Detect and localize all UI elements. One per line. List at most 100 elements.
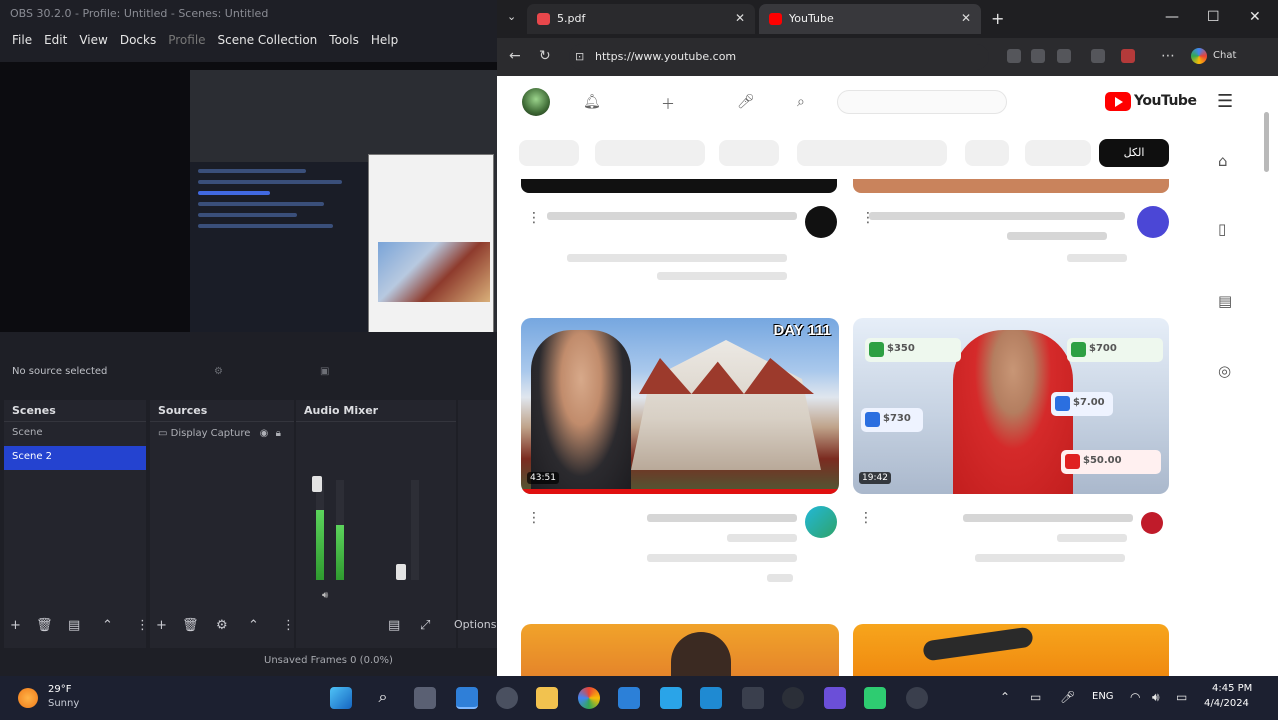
visibility-icon[interactable]: ◉	[260, 428, 269, 439]
github-icon[interactable]	[782, 687, 804, 709]
video-thumbnail[interactable]: $350 $700 $730 $7.00 $50.00 19:42	[853, 318, 1169, 494]
copilot-icon[interactable]	[1191, 48, 1207, 64]
volume-icon[interactable]: 🔊︎	[1152, 690, 1160, 705]
chrome-icon[interactable]	[578, 687, 600, 709]
close-tab-icon[interactable]: ✕	[735, 11, 745, 25]
copilot-label[interactable]: Chat	[1213, 50, 1236, 61]
close-window-icon[interactable]: ✕	[1249, 9, 1261, 25]
video-title[interactable]	[869, 212, 1125, 220]
menu-help[interactable]: Help	[365, 30, 404, 50]
wifi-icon[interactable]: ◠	[1130, 690, 1140, 704]
pdf-extension-icon[interactable]	[1121, 49, 1135, 63]
speaker-icon[interactable]: 🔊︎	[322, 590, 328, 601]
menu-tools[interactable]: Tools	[323, 30, 365, 50]
scene-item[interactable]: Scene	[4, 422, 146, 446]
search-icon[interactable]: ⌕	[372, 687, 394, 709]
clock-date[interactable]: 4/4/2024	[1204, 698, 1249, 709]
app-icon[interactable]	[824, 687, 846, 709]
source-more-icon[interactable]: ⋮	[282, 618, 295, 633]
menu-file[interactable]: File	[6, 30, 38, 50]
menu-profile[interactable]: Profile	[162, 30, 211, 50]
minimize-icon[interactable]: —	[1165, 9, 1179, 25]
chip[interactable]	[1025, 140, 1091, 166]
chip[interactable]	[595, 140, 705, 166]
video-title[interactable]	[647, 514, 797, 522]
video-title[interactable]	[963, 514, 1133, 522]
source-up-icon[interactable]: ⌃	[248, 618, 259, 633]
search-input[interactable]	[837, 90, 1007, 114]
channel-avatar[interactable]	[805, 206, 837, 238]
weather-temp[interactable]: 29°F	[48, 684, 71, 695]
app-icon[interactable]	[864, 687, 886, 709]
video-thumbnail[interactable]	[521, 624, 839, 676]
remove-source-icon[interactable]: 🗑︎	[182, 618, 199, 633]
more-actions-icon[interactable]: ⋮	[859, 510, 873, 526]
extension-icon[interactable]	[1031, 49, 1045, 63]
add-scene-icon[interactable]: +	[10, 618, 21, 633]
tab-actions-icon[interactable]: ⌄	[507, 10, 516, 23]
edge-icon[interactable]	[456, 687, 478, 709]
search-icon[interactable]: ⌕	[797, 94, 813, 110]
video-title[interactable]	[547, 212, 797, 220]
volume-fader-desktop[interactable]	[312, 476, 322, 492]
favorite-icon[interactable]	[1057, 49, 1071, 63]
close-tab-icon[interactable]: ✕	[961, 11, 971, 25]
menu-scene-collection[interactable]: Scene Collection	[212, 30, 324, 50]
more-options-icon[interactable]: ⋯	[1161, 48, 1175, 64]
channel-avatar[interactable]	[1141, 512, 1163, 534]
mic-tray-icon[interactable]: 🎤︎	[1060, 690, 1075, 704]
microphone-icon[interactable]: 🎤︎	[737, 94, 755, 110]
tab-youtube[interactable]: YouTube ✕	[759, 4, 981, 34]
volume-fader-mic[interactable]	[396, 564, 406, 580]
start-icon[interactable]	[330, 687, 352, 709]
create-icon[interactable]: ＋	[661, 94, 677, 113]
properties-icon[interactable]: ⚙	[214, 366, 223, 377]
avatar[interactable]	[522, 88, 550, 116]
back-icon[interactable]: ←	[509, 48, 521, 64]
source-item[interactable]: ▭ Display Capture ◉ 🔒︎	[150, 422, 294, 445]
weather-icon[interactable]	[18, 688, 38, 708]
chip[interactable]	[519, 140, 579, 166]
video-thumbnail[interactable]	[853, 624, 1169, 676]
menu-docks[interactable]: Docks	[114, 30, 162, 50]
extensions-icon[interactable]	[1091, 49, 1105, 63]
mixer-link-icon[interactable]: ⤢	[420, 618, 430, 633]
obs-icon[interactable]	[906, 687, 928, 709]
chip[interactable]	[719, 140, 779, 166]
read-aloud-icon[interactable]	[1007, 49, 1021, 63]
shorts-icon[interactable]: ▯	[1218, 220, 1236, 238]
network-tray-icon[interactable]: ▭	[1030, 690, 1041, 704]
battery-icon[interactable]: ▭	[1176, 690, 1187, 704]
filters-icon[interactable]: ▣	[320, 366, 329, 377]
video-thumbnail-prev[interactable]	[853, 179, 1169, 193]
more-actions-icon[interactable]: ⋮	[527, 510, 541, 526]
task-view-icon[interactable]	[414, 687, 436, 709]
video-title[interactable]	[1007, 232, 1107, 240]
new-tab-icon[interactable]: +	[991, 9, 1004, 28]
channel-avatar[interactable]	[1137, 206, 1169, 238]
url-text[interactable]: https://www.youtube.com	[595, 50, 736, 63]
menu-edit[interactable]: Edit	[38, 30, 73, 50]
remove-scene-icon[interactable]: 🗑︎	[36, 618, 53, 633]
hamburger-menu-icon[interactable]: ☰	[1217, 91, 1233, 112]
source-settings-icon[interactable]: ⚙	[216, 618, 228, 633]
menu-view[interactable]: View	[73, 30, 113, 50]
notifications-icon[interactable]: 🔔︎	[583, 94, 601, 110]
language-indicator[interactable]: ENG	[1092, 691, 1114, 702]
vscode-icon[interactable]	[700, 687, 722, 709]
add-source-icon[interactable]: +	[156, 618, 167, 633]
site-info-icon[interactable]: ⊡	[575, 50, 584, 63]
channel-avatar[interactable]	[805, 506, 837, 538]
video-thumbnail-prev[interactable]	[521, 179, 837, 193]
clock-time[interactable]: 4:45 PM	[1212, 683, 1252, 694]
mixer-settings-icon[interactable]: ▤	[388, 618, 400, 633]
settings-icon[interactable]	[496, 687, 518, 709]
store-icon[interactable]	[618, 687, 640, 709]
refresh-icon[interactable]: ↻	[539, 48, 551, 64]
more-icon[interactable]: ⋮	[136, 618, 149, 633]
file-explorer-icon[interactable]	[536, 687, 558, 709]
you-icon[interactable]: ◎	[1218, 362, 1236, 380]
scene-item-active[interactable]: Scene 2	[4, 446, 146, 470]
chip[interactable]	[965, 140, 1009, 166]
maximize-icon[interactable]: ☐	[1207, 9, 1220, 25]
